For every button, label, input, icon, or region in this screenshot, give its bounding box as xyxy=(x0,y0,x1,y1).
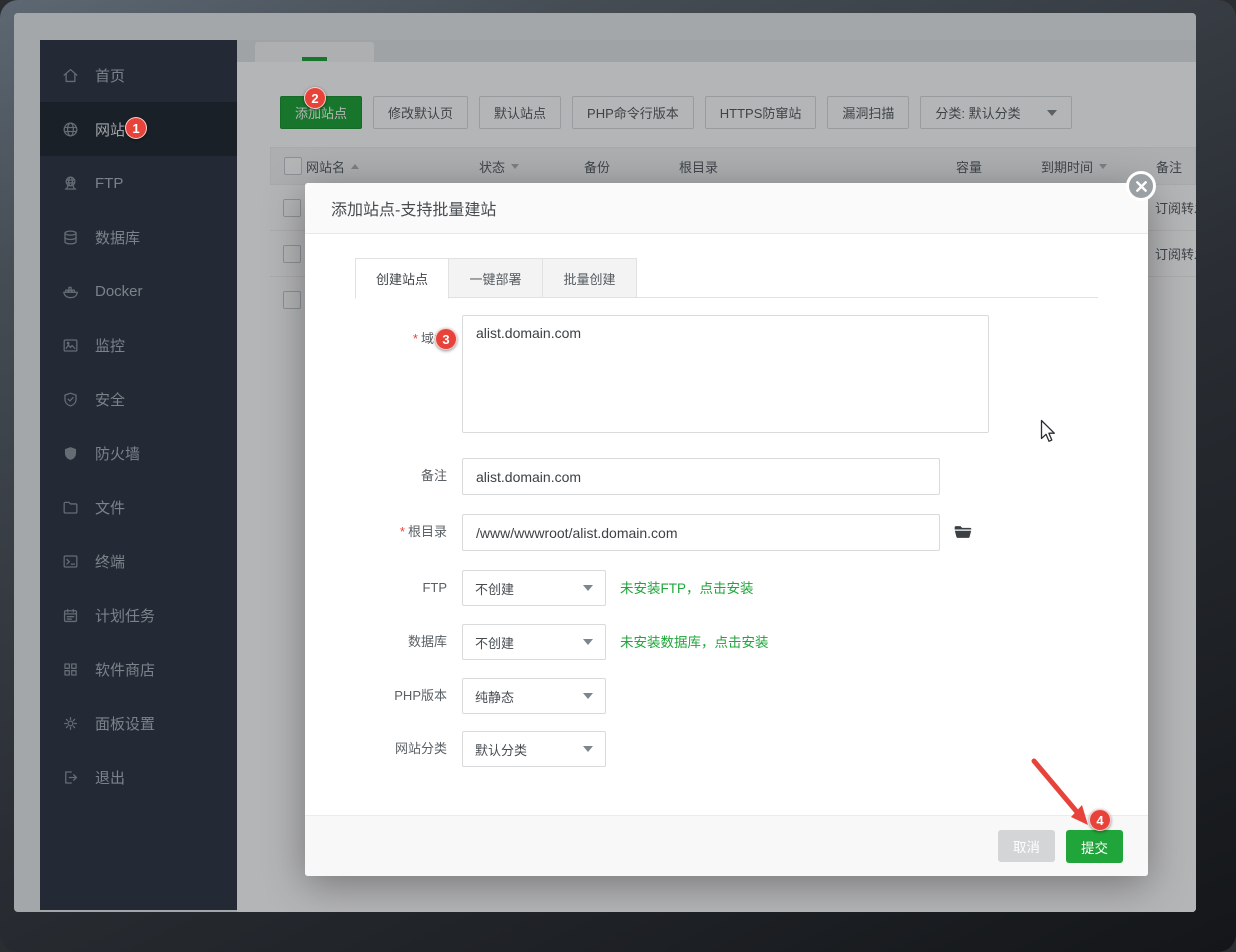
modal-tabs: 创建站点 一键部署 批量创建 xyxy=(355,258,1098,298)
chevron-down-icon xyxy=(583,693,593,699)
chevron-down-icon xyxy=(583,639,593,645)
domain-textarea[interactable]: alist.domain.com xyxy=(462,315,989,433)
tab-one-click-deploy[interactable]: 一键部署 xyxy=(449,258,543,298)
screenshot-frame: 添加站点 修改默认页 默认站点 PHP命令行版本 HTTPS防窜站 漏洞扫描 分… xyxy=(0,0,1236,952)
step-badge-3: 3 xyxy=(435,328,457,350)
site-category-label: 网站分类 xyxy=(327,740,447,758)
root-dir-input[interactable] xyxy=(462,514,940,551)
tab-batch-create[interactable]: 批量创建 xyxy=(543,258,637,298)
ftp-install-link[interactable]: 未安装FTP，点击安装 xyxy=(620,580,754,598)
php-version-select[interactable]: 纯静态 xyxy=(462,678,606,714)
database-select[interactable]: 不创建 xyxy=(462,624,606,660)
modal-title: 添加站点-支持批量建站 xyxy=(305,183,1148,234)
step-badge-1: 1 xyxy=(125,117,147,139)
php-version-label: PHP版本 xyxy=(327,687,447,705)
domain-label: *域名 xyxy=(327,330,447,348)
root-dir-label: *根目录 xyxy=(327,523,447,541)
remark-label: 备注 xyxy=(327,467,447,485)
chevron-down-icon xyxy=(583,585,593,591)
folder-picker-icon[interactable] xyxy=(953,522,973,542)
annotation-arrow xyxy=(1020,745,1110,840)
ftp-select[interactable]: 不创建 xyxy=(462,570,606,606)
chevron-down-icon xyxy=(583,746,593,752)
remark-input[interactable] xyxy=(462,458,940,495)
panel-window: 添加站点 修改默认页 默认站点 PHP命令行版本 HTTPS防窜站 漏洞扫描 分… xyxy=(14,13,1196,912)
database-install-link[interactable]: 未安装数据库，点击安装 xyxy=(620,634,769,652)
database-label: 数据库 xyxy=(327,633,447,651)
mouse-cursor xyxy=(1040,419,1058,445)
step-badge-2: 2 xyxy=(304,87,326,109)
site-category-select[interactable]: 默认分类 xyxy=(462,731,606,767)
ftp-label: FTP xyxy=(327,579,447,597)
tab-create-site[interactable]: 创建站点 xyxy=(355,258,449,299)
close-icon[interactable] xyxy=(1126,171,1156,201)
